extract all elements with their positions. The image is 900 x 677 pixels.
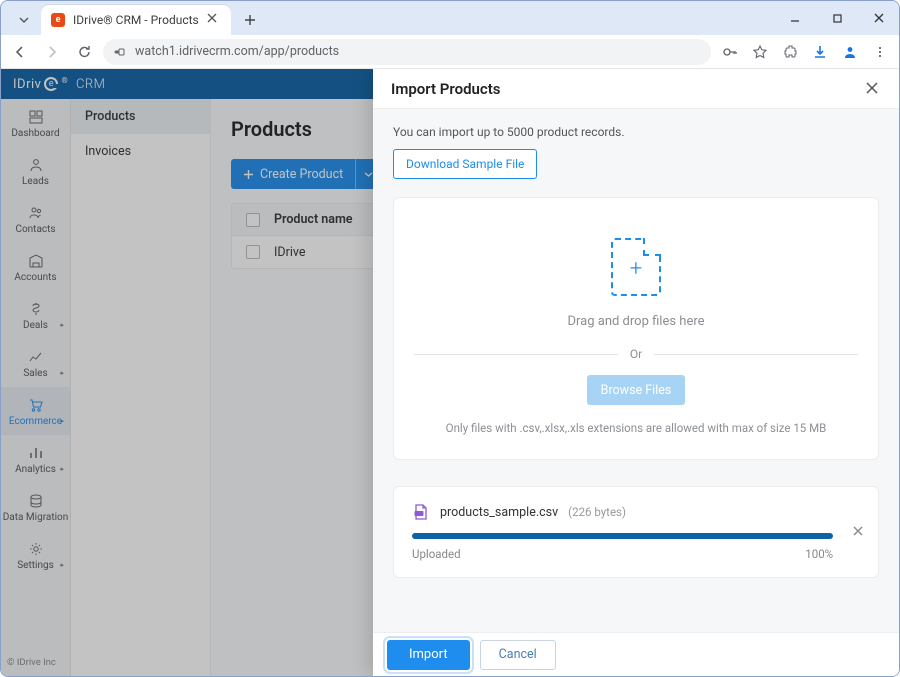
chrome-menu-icon[interactable] (871, 43, 889, 61)
cancel-button[interactable]: Cancel (480, 640, 556, 670)
browser-tab[interactable]: e IDrive® CRM - Products (41, 5, 231, 35)
new-tab-button[interactable] (237, 7, 263, 33)
window-maximize-button[interactable] (823, 7, 851, 29)
progress-bar (412, 533, 833, 539)
site-info-icon[interactable] (113, 45, 127, 59)
downloads-icon[interactable] (811, 43, 829, 61)
password-key-icon[interactable] (721, 43, 739, 61)
extensions-icon[interactable] (781, 43, 799, 61)
tab-search-dropdown[interactable] (13, 10, 35, 30)
bookmark-star-icon[interactable] (751, 43, 769, 61)
upload-percent: 100% (805, 547, 833, 561)
panel-title: Import Products (391, 80, 501, 98)
uploaded-file-card: products_sample.csv (226 bytes) Uploaded… (393, 486, 879, 578)
dropzone-text: Drag and drop files here (567, 314, 704, 329)
allowed-extensions-text: Only files with .csv,.xlsx,.xls extensio… (446, 421, 827, 435)
upload-status: Uploaded (412, 547, 461, 561)
dropzone[interactable]: + Drag and drop files here Or Browse Fil… (393, 197, 879, 460)
profile-avatar-icon[interactable] (841, 43, 859, 61)
file-size: (226 bytes) (568, 505, 626, 519)
address-bar[interactable]: watch1.idrivecrm.com/app/products (103, 39, 711, 65)
tab-title: IDrive® CRM - Products (73, 13, 199, 27)
or-divider: Or (630, 347, 642, 361)
nav-reload-button[interactable] (75, 43, 93, 61)
close-icon[interactable] (207, 13, 221, 27)
favicon-icon: e (51, 13, 65, 27)
window-close-button[interactable] (865, 7, 893, 29)
import-products-panel: Import Products You can import up to 500… (373, 69, 899, 676)
url-text: watch1.idrivecrm.com/app/products (135, 44, 339, 59)
download-sample-button[interactable]: Download Sample File (393, 149, 537, 179)
nav-forward-button[interactable] (43, 43, 61, 61)
nav-back-button[interactable] (11, 43, 29, 61)
close-panel-button[interactable] (865, 81, 881, 97)
file-plus-icon: + (611, 238, 661, 296)
csv-file-icon (412, 503, 430, 521)
import-hint: You can import up to 5000 product record… (393, 125, 879, 139)
remove-file-button[interactable] (852, 525, 864, 537)
window-minimize-button[interactable] (781, 7, 809, 29)
browse-files-button[interactable]: Browse Files (587, 375, 686, 405)
import-button[interactable]: Import (387, 640, 470, 670)
file-name: products_sample.csv (440, 505, 558, 520)
